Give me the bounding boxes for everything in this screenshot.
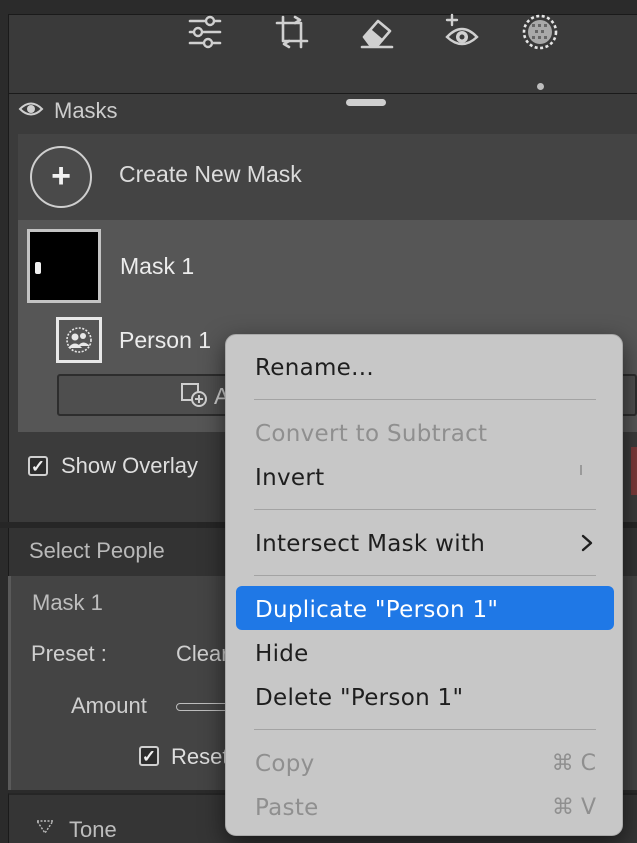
copy-shortcut: ⌘ C: [551, 751, 596, 776]
context-menu: Rename... Convert to Subtract Invert Int…: [225, 334, 623, 836]
person-component-icon[interactable]: [56, 317, 102, 363]
redeye-icon: [445, 13, 479, 46]
masks-header: Masks: [18, 96, 118, 126]
remove-tool[interactable]: [357, 12, 397, 52]
mask-thumbnail[interactable]: [27, 229, 101, 303]
menu-item-duplicate[interactable]: Duplicate "Person 1": [255, 597, 498, 623]
color-swatch[interactable]: [631, 447, 637, 495]
tone-label: Tone: [69, 817, 117, 842]
cursor-mark: [580, 465, 582, 475]
menu-item-invert[interactable]: Invert: [255, 465, 324, 491]
reset-checkbox[interactable]: ✓: [139, 746, 159, 766]
chevron-right-icon: [580, 533, 594, 558]
paste-shortcut: ⌘ V: [551, 795, 596, 820]
panel-drag-handle[interactable]: [346, 99, 386, 106]
preset-label: Preset :: [31, 641, 107, 666]
menu-item-delete[interactable]: Delete "Person 1": [255, 685, 463, 711]
masks-title: Masks: [54, 98, 118, 123]
show-overlay-label[interactable]: Show Overlay: [61, 453, 198, 479]
menu-separator: [254, 509, 596, 510]
menu-separator: [254, 399, 596, 400]
eraser-icon: [360, 19, 394, 49]
menu-separator: [254, 575, 596, 576]
preset-dropdown[interactable]: Clear: [176, 641, 229, 667]
mask-name[interactable]: Mask 1: [120, 253, 194, 280]
create-mask-row[interactable]: [18, 134, 637, 220]
menu-item-hide[interactable]: Hide: [255, 641, 309, 667]
crop-icon: [275, 15, 309, 49]
masking-icon: [522, 14, 558, 50]
amount-label: Amount: [71, 693, 147, 718]
visibility-eye-icon[interactable]: [18, 98, 44, 125]
menu-item-convert-to-subtract[interactable]: Convert to Subtract: [255, 421, 487, 447]
create-new-mask-label[interactable]: Create New Mask: [119, 161, 302, 188]
masking-tool[interactable]: [520, 12, 560, 52]
checkmark-icon: ✓: [30, 456, 46, 476]
menu-separator: [254, 729, 596, 730]
select-people-label: Select People: [29, 538, 165, 563]
checkmark-icon: ✓: [141, 746, 157, 766]
edit-sliders-tool[interactable]: [185, 12, 225, 52]
component-name[interactable]: Person 1: [119, 327, 211, 354]
active-tool-indicator: [537, 83, 544, 90]
crop-tool[interactable]: [272, 12, 312, 52]
menu-item-intersect-mask-with[interactable]: Intersect Mask with: [255, 531, 485, 557]
reset-label[interactable]: Reset: [171, 744, 228, 770]
create-new-mask-button[interactable]: +: [30, 146, 92, 208]
redeye-tool[interactable]: [442, 12, 482, 52]
collapse-triangle-icon: [35, 820, 55, 839]
add-mask-icon: [180, 382, 208, 413]
mask-settings-title: Mask 1: [32, 590, 103, 615]
menu-item-copy[interactable]: Copy: [255, 751, 315, 777]
sliders-icon: [188, 15, 222, 49]
show-overlay-checkbox[interactable]: ✓: [28, 456, 48, 476]
menu-item-rename[interactable]: Rename...: [255, 355, 374, 381]
menu-item-paste[interactable]: Paste: [255, 795, 319, 821]
plus-icon: +: [51, 156, 71, 195]
